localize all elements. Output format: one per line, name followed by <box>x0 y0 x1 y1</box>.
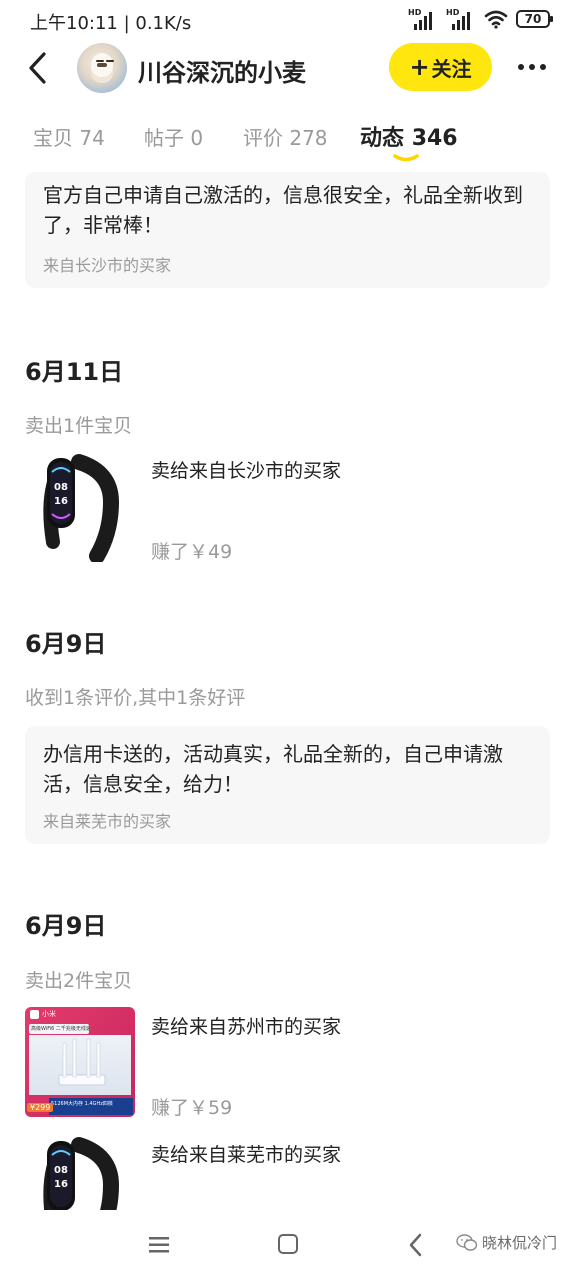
sale-earned: 赚了￥59 <box>151 1097 233 1119</box>
signal-icon: HD <box>408 8 438 30</box>
svg-text:16: 16 <box>54 1179 68 1190</box>
menu-icon[interactable] <box>148 1236 170 1254</box>
tab-reviews[interactable]: 评价 278 <box>243 122 328 151</box>
svg-text:08: 08 <box>54 1165 68 1176</box>
sale-title[interactable]: 卖给来自莱芜市的买家 <box>151 1140 341 1167</box>
review-card: 办信用卡送的，活动真实，礼品全新的，自己申请激活，信息安全，给力！ 来自莱芜市的… <box>25 726 550 844</box>
smart-band-image: 08 16 <box>43 1137 120 1210</box>
sale-title[interactable]: 卖给来自苏州市的买家 <box>151 1012 341 1039</box>
brand-bar: 小米 <box>25 1007 135 1021</box>
back-arrow-icon[interactable] <box>24 50 54 86</box>
more-dots-icon[interactable] <box>518 64 546 70</box>
home-icon[interactable] <box>278 1234 298 1254</box>
review-source: 来自莱芜市的买家 <box>43 812 172 831</box>
active-tab-indicator <box>393 154 419 162</box>
product-thumbnail[interactable]: 小米 高级WiFi6 二千兆级无线速率 5126M大内存 1.4GHz四核 ¥2… <box>25 1007 135 1117</box>
activity-summary: 收到1条评价,其中1条好评 <box>25 687 246 709</box>
system-nav-bar: 晓林侃冷门 <box>0 1212 576 1280</box>
tab-posts[interactable]: 帖子 0 <box>144 122 203 151</box>
profile-header: 川谷深沉的小麦 + 关注 <box>0 40 576 96</box>
watermark: 晓林侃冷门 <box>456 1232 557 1253</box>
review-text: 办信用卡送的，活动真实，礼品全新的，自己申请激活，信息安全，给力！ <box>43 742 503 796</box>
plus-icon: + <box>409 53 430 81</box>
wifi-icon <box>484 10 508 29</box>
activity-summary: 卖出1件宝贝 <box>25 415 133 437</box>
signal-icon: HD <box>446 8 476 30</box>
date-heading: 6月9日 <box>25 912 107 940</box>
user-name[interactable]: 川谷深沉的小麦 <box>138 53 306 88</box>
sale-title[interactable]: 卖给来自长沙市的买家 <box>151 456 341 483</box>
router-image <box>29 1035 131 1095</box>
date-heading: 6月9日 <box>25 630 107 658</box>
review-card: 官方自己申请自己激活的，信息很安全，礼品全新收到了，非常棒！ 来自长沙市的买家 <box>25 172 550 288</box>
avatar[interactable] <box>77 43 127 93</box>
status-bar: 上午10:11 | 0.1K/s HD HD 70 <box>0 0 576 40</box>
back-icon[interactable] <box>408 1232 424 1258</box>
product-thumbnail[interactable]: 08 16 <box>25 452 135 562</box>
smart-band-image: 08 16 <box>43 454 120 562</box>
activity-summary: 卖出2件宝贝 <box>25 970 133 992</box>
status-icons: HD HD 70 <box>408 8 553 30</box>
review-text: 官方自己申请自己激活的，信息很安全，礼品全新收到了，非常棒！ <box>43 183 523 237</box>
follow-label: 关注 <box>431 56 472 81</box>
follow-button[interactable]: + 关注 <box>389 43 492 91</box>
tab-items[interactable]: 宝贝 74 <box>33 122 105 151</box>
tab-activity[interactable]: 动态 346 <box>360 120 458 152</box>
product-thumbnail[interactable]: 08 16 <box>25 1135 135 1210</box>
spec-strip: 5126M大内存 1.4GHz四核 <box>49 1098 133 1115</box>
battery-icon: 70 <box>516 10 553 28</box>
review-source: 来自长沙市的买家 <box>43 256 172 275</box>
sale-earned: 赚了￥49 <box>151 541 233 563</box>
wechat-icon <box>456 1233 478 1251</box>
mi-logo-icon <box>30 1009 39 1019</box>
status-time: 上午10:11 | 0.1K/s <box>30 13 192 34</box>
profile-tabs: 宝贝 74 帖子 0 评价 278 动态 346 <box>0 112 576 172</box>
svg-text:16: 16 <box>54 496 68 507</box>
router-banner: 高级WiFi6 二千兆级无线速率 <box>29 1024 89 1034</box>
svg-text:08: 08 <box>54 482 68 493</box>
date-heading: 6月11日 <box>25 358 124 386</box>
price-tag: ¥299 <box>27 1103 54 1112</box>
